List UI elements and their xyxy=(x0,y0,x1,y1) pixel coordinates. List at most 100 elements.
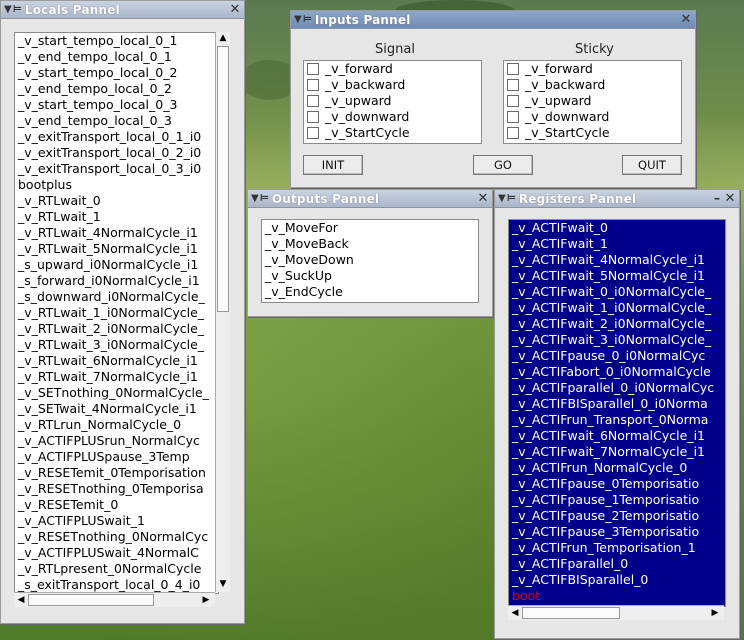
locals-list-item[interactable]: _s_downward_i0NormalCycle_ xyxy=(15,289,218,305)
close-icon[interactable]: ✕ xyxy=(476,191,490,206)
locals-hscroll-thumb[interactable] xyxy=(28,594,154,606)
sticky-checkbox[interactable] xyxy=(507,111,519,123)
locals-list-item[interactable]: _s_exitTransport_local_0_4_i0 xyxy=(15,577,218,593)
outputs-list-item[interactable]: _v_EndCycle xyxy=(262,284,478,300)
sticky-checkbox[interactable] xyxy=(507,79,519,91)
signals-checkbox[interactable] xyxy=(307,79,319,91)
scroll-up-arrow-icon[interactable]: ▲ xyxy=(217,32,229,44)
init-button[interactable]: INIT xyxy=(303,155,363,175)
signals-checkbox-row[interactable]: _v_forward xyxy=(304,61,481,77)
locals-panel-titlebar[interactable]: ▼ ⊨ Locals Pannel ✕ xyxy=(1,1,244,19)
registers-list[interactable]: _v_ACTIFwait_0 _v_ACTIFwait_1 _v_ACTIFwait… xyxy=(508,219,726,607)
scroll-left-arrow-icon[interactable]: ◀ xyxy=(509,607,521,619)
locals-list-item[interactable]: _v_exitTransport_local_0_3_i0 xyxy=(15,161,218,177)
quit-button[interactable]: QUIT xyxy=(622,155,682,175)
locals-list-item[interactable]: _v_start_tempo_local_0_1 xyxy=(15,33,218,49)
locals-list-item[interactable]: _v_SETnothing_0NormalCycle_ xyxy=(15,385,218,401)
minimize-icon[interactable]: – xyxy=(711,192,723,206)
locals-list-item[interactable]: _v_RTLwait_6NormalCycle_i1 xyxy=(15,353,218,369)
close-icon[interactable]: ✕ xyxy=(228,2,242,17)
go-button[interactable]: GO xyxy=(473,155,533,175)
locals-vertical-scrollbar[interactable]: ▲ ▼ xyxy=(215,32,230,592)
locals-list-item[interactable]: _v_RTLwait_1_i0NormalCycle_ xyxy=(15,305,218,321)
registers-list-item[interactable]: _v_ACTIFparallel_0_i0NormalCyc xyxy=(509,380,725,396)
locals-list-item[interactable]: _v_ACTIFPLUSrun_NormalCyc xyxy=(15,433,218,449)
registers-list-item[interactable]: _v_ACTIFpause_1Temporisatio xyxy=(509,492,725,508)
locals-horizontal-scrollbar[interactable]: ◀ ▶ xyxy=(14,592,215,607)
pin-icon[interactable]: ⊨ xyxy=(13,4,22,15)
locals-list-item[interactable]: _v_start_tempo_local_0_3 xyxy=(15,97,218,113)
registers-list-item[interactable]: _v_ACTIFpause_0Temporisatio xyxy=(509,476,725,492)
scroll-right-arrow-icon[interactable]: ▶ xyxy=(200,594,212,606)
registers-list-item[interactable]: _v_ACTIFpause_2Temporisatio xyxy=(509,508,725,524)
outputs-list-item[interactable]: _v_MoveFor xyxy=(262,220,478,236)
registers-list-item-boot[interactable]: boot xyxy=(509,588,725,604)
locals-list-item[interactable]: _v_RTLrun_NormalCycle_0 xyxy=(15,417,218,433)
outputs-list-item[interactable]: _v_MoveBack xyxy=(262,236,478,252)
sticky-checkbox-row[interactable]: _v_downward xyxy=(504,109,681,125)
sticky-checkbox[interactable] xyxy=(507,63,519,75)
scroll-left-arrow-icon[interactable]: ◀ xyxy=(15,594,27,606)
pin-icon[interactable]: ⊨ xyxy=(260,193,269,204)
registers-list-item[interactable]: _v_ACTIFparallel_0 xyxy=(509,556,725,572)
signals-checkbox[interactable] xyxy=(307,63,319,75)
locals-list-item[interactable]: _v_RTLwait_7NormalCycle_i1 xyxy=(15,369,218,385)
signals-checkbox-row[interactable]: _v_upward xyxy=(304,93,481,109)
registers-list-item[interactable]: _v_ACTIFwait_4NormalCycle_i1 xyxy=(509,252,725,268)
signals-checkbox-row[interactable]: _v_StartCycle xyxy=(304,125,481,141)
outputs-list-item[interactable]: _v_MoveDown xyxy=(262,252,478,268)
signals-checkbox-row[interactable]: _v_downward xyxy=(304,109,481,125)
locals-list-item[interactable]: _v_RTLwait_1 xyxy=(15,209,218,225)
registers-list-item[interactable]: _v_ACTIFBISparallel_0 xyxy=(509,572,725,588)
locals-list-item[interactable]: bootplus xyxy=(15,177,218,193)
registers-hscroll-thumb[interactable] xyxy=(522,607,620,619)
registers-list-item[interactable]: _v_ACTIFrun_Temporisation_1 xyxy=(509,540,725,556)
window-menu-icon[interactable]: ▼ xyxy=(498,193,506,204)
locals-list-item[interactable]: _v_end_tempo_local_0_3 xyxy=(15,113,218,129)
pin-icon[interactable]: ⊨ xyxy=(303,14,312,25)
registers-list-item[interactable]: _v_ACTIFrun_NormalCycle_0 xyxy=(509,460,725,476)
locals-list-item[interactable]: _s_upward_i0NormalCycle_i1 xyxy=(15,257,218,273)
window-menu-icon[interactable]: ▼ xyxy=(294,14,302,25)
registers-list-item[interactable]: _v_ACTIFwait_1 xyxy=(509,236,725,252)
pin-icon[interactable]: ⊨ xyxy=(507,193,516,204)
window-menu-icon[interactable]: ▼ xyxy=(251,193,259,204)
locals-list-item[interactable]: _v_ACTIFPLUSwait_1 xyxy=(15,513,218,529)
inputs-panel-titlebar[interactable]: ▼ ⊨ Inputs Pannel ✕ xyxy=(291,11,695,29)
registers-list-item[interactable]: _v_ACTIFwait_0_i0NormalCycle_ xyxy=(509,284,725,300)
locals-list-item[interactable]: _v_end_tempo_local_0_1 xyxy=(15,49,218,65)
outputs-panel-titlebar[interactable]: ▼ ⊨ Outputs Pannel ✕ xyxy=(248,190,492,208)
sticky-checkbox-row[interactable]: _v_upward xyxy=(504,93,681,109)
signals-checkbox[interactable] xyxy=(307,95,319,107)
locals-list-item[interactable]: _v_exitTransport_local_0_2_i0 xyxy=(15,145,218,161)
signals-checkbox-row[interactable]: _v_backward xyxy=(304,77,481,93)
registers-list-item[interactable]: _v_ACTIFwait_5NormalCycle_i1 xyxy=(509,268,725,284)
window-menu-icon[interactable]: ▼ xyxy=(4,4,12,15)
locals-list-item[interactable]: _v_end_tempo_local_0_2 xyxy=(15,81,218,97)
registers-list-item[interactable]: _v_ACTIFwait_3_i0NormalCycle_ xyxy=(509,332,725,348)
registers-list-item[interactable]: _v_ACTIFrun_Transport_0Norma xyxy=(509,412,725,428)
locals-list-item[interactable]: _v_RTLwait_2_i0NormalCycle_ xyxy=(15,321,218,337)
registers-list-item[interactable]: _v_ACTIFwait_0 xyxy=(509,220,725,236)
sticky-checkbox-row[interactable]: _v_backward xyxy=(504,77,681,93)
scroll-down-arrow-icon[interactable]: ▼ xyxy=(217,578,229,590)
locals-list-item[interactable]: _v_RESETemit_0 xyxy=(15,497,218,513)
close-icon[interactable]: ✕ xyxy=(723,191,737,206)
signals-checkbox[interactable] xyxy=(307,111,319,123)
locals-list-item[interactable]: _v_RTLwait_0 xyxy=(15,193,218,209)
locals-list-item[interactable]: _v_start_tempo_local_0_2 xyxy=(15,65,218,81)
locals-list-item[interactable]: _v_RTLpresent_0NormalCycle xyxy=(15,561,218,577)
locals-list-item[interactable]: _s_forward_i0NormalCycle_i1 xyxy=(15,273,218,289)
locals-list-item[interactable]: _v_RESETnothing_0NormalCyc xyxy=(15,529,218,545)
outputs-list-item[interactable]: _v_SuckUp xyxy=(262,268,478,284)
registers-list-item[interactable]: _v_ACTIFpause_0_i0NormalCyc xyxy=(509,348,725,364)
registers-panel-titlebar[interactable]: ▼ ⊨ Registers Pannel – ✕ xyxy=(495,190,739,208)
registers-list-item[interactable]: _v_ACTIFpause_3Temporisatio xyxy=(509,524,725,540)
locals-list-item[interactable]: _v_RTLwait_4NormalCycle_i1 xyxy=(15,225,218,241)
outputs-list[interactable]: _v_MoveFor _v_MoveBack _v_MoveDown _v_SuckU… xyxy=(261,219,479,303)
locals-vscroll-thumb[interactable] xyxy=(217,46,229,312)
sticky-checkbox-row[interactable]: _v_forward xyxy=(504,61,681,77)
locals-list-item[interactable]: _v_RTLwait_3_i0NormalCycle_ xyxy=(15,337,218,353)
sticky-checkbox-row[interactable]: _v_StartCycle xyxy=(504,125,681,141)
registers-list-item[interactable]: _v_ACTIFabort_0_i0NormalCycle xyxy=(509,364,725,380)
